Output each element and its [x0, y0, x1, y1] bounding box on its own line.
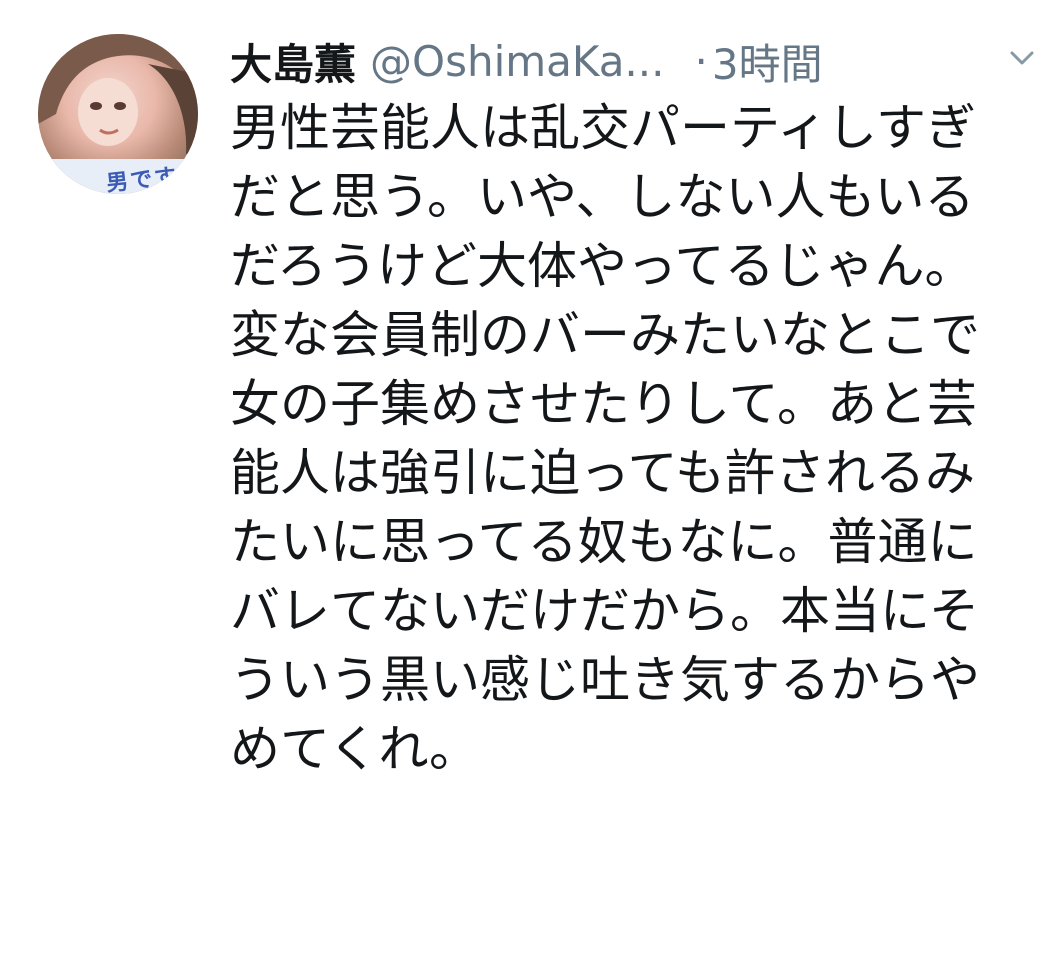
tweet-header: 大島薫 @OshimaKa... · 3時間: [230, 26, 823, 96]
chevron-down-icon[interactable]: [1008, 44, 1036, 72]
display-name[interactable]: 大島薫: [230, 31, 356, 92]
separator-dot: ·: [694, 36, 708, 86]
avatar[interactable]: 男です: [38, 34, 198, 194]
timestamp[interactable]: 3時間: [712, 31, 823, 92]
avatar-caption: 男です: [105, 164, 180, 194]
tweet-text: 男性芸能人は乱交パーティしすぎだと思う。いや、しない人もいるだろうけど大体やって…: [230, 99, 980, 778]
user-handle[interactable]: @OshimaKa...: [370, 37, 664, 86]
